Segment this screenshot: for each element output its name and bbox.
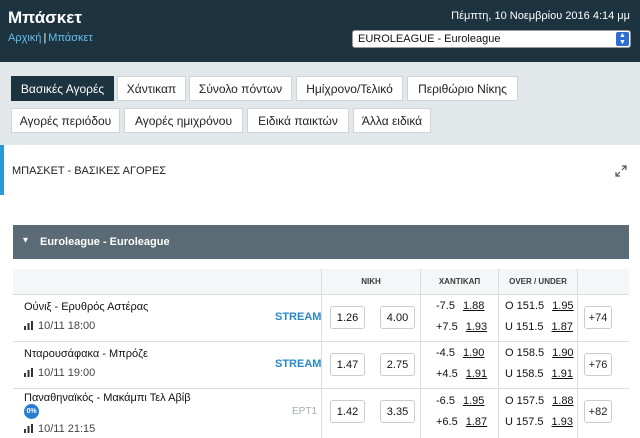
tv-channel-label: ΕΡΤ1: [292, 406, 318, 417]
handicap-value: -4.5: [436, 347, 455, 359]
stream-link[interactable]: STREAM: [275, 311, 321, 323]
breadcrumb: Αρχική | Μπάσκετ: [8, 32, 93, 44]
handicap-value: +7.5: [436, 321, 458, 333]
row-divider: [13, 341, 629, 342]
over-under-line: O 157.5 1.88: [505, 395, 574, 407]
handicap-odds[interactable]: 1.93: [466, 321, 487, 333]
current-date: Πέμπτη, 10 Νοεμβρίου 2016 4:14 μμ: [451, 10, 630, 22]
select-arrows-icon: ▲ ▼: [616, 32, 629, 46]
match-datetime-text: 10/11 21:15: [38, 423, 96, 435]
stats-icon: [24, 424, 33, 433]
handicap-odds[interactable]: 1.87: [466, 416, 487, 428]
more-markets-button[interactable]: +82: [584, 400, 612, 423]
stream-link[interactable]: STREAM: [275, 358, 321, 370]
league-select[interactable]: EUROLEAGUE - Euroleague ▲ ▼: [352, 30, 631, 48]
more-markets-button[interactable]: +76: [584, 353, 612, 376]
handicap-value: -7.5: [436, 300, 455, 312]
over-under-odds[interactable]: 1.93: [552, 416, 573, 428]
league-bar[interactable]: ▾ Euroleague - Euroleague: [13, 225, 629, 259]
tab-player-specials[interactable]: Ειδικά παικτών: [247, 108, 349, 133]
handicap-line: -4.5 1.90: [436, 347, 484, 359]
over-under-line: U 158.5 1.91: [505, 368, 573, 380]
expand-arrows-icon[interactable]: [615, 165, 627, 177]
over-under-value: O 157.5: [505, 395, 545, 407]
odds-home[interactable]: 1.47: [330, 353, 365, 376]
over-under-value: O 158.5: [505, 347, 545, 359]
handicap-line: +4.5 1.91: [436, 368, 487, 380]
page-title: Μπάσκετ: [8, 8, 82, 27]
handicap-line: -7.5 1.88: [436, 300, 484, 312]
match-teams[interactable]: Νταρουσάφακα - Μπρόζε: [24, 348, 148, 360]
breadcrumb-basketball-link[interactable]: Μπάσκετ: [48, 32, 93, 44]
more-markets-button[interactable]: +74: [584, 306, 612, 329]
column-header-more: [578, 269, 629, 294]
match-teams[interactable]: Ούνιξ - Ερυθρός Αστέρας: [24, 301, 148, 313]
column-header-over-under: OVER / UNDER: [499, 269, 577, 294]
odds-away[interactable]: 3.35: [380, 400, 415, 423]
column-header-handicap: ΧΑΝΤΙΚΑΠ: [421, 269, 498, 294]
handicap-line: +6.5 1.87: [436, 416, 487, 428]
handicap-value: +4.5: [436, 368, 458, 380]
handicap-odds[interactable]: 1.90: [463, 347, 484, 359]
match-datetime: 10/11 19:00: [24, 367, 95, 379]
match-datetime: 10/11 18:00: [24, 320, 95, 332]
odds-away[interactable]: 4.00: [380, 306, 415, 329]
over-under-value: U 151.5: [505, 321, 544, 333]
stats-icon: [24, 368, 33, 377]
section-accent-bar: [0, 145, 4, 195]
row-divider: [13, 388, 629, 389]
handicap-odds[interactable]: 1.91: [466, 368, 487, 380]
section-title: ΜΠΑΣΚΕΤ - ΒΑΣΙΚΕΣ ΑΓΟΡΕΣ: [12, 165, 167, 177]
handicap-value: -6.5: [436, 395, 455, 407]
market-tabs: Βασικές Αγορές Χάντικαπ Σύνολο πόντων Ημ…: [0, 62, 640, 145]
section-header: ΜΠΑΣΚΕΤ - ΒΑΣΙΚΕΣ ΑΓΟΡΕΣ: [0, 145, 640, 195]
row-divider: [13, 294, 629, 295]
column-header-win: ΝΙΚΗ: [322, 269, 420, 294]
handicap-odds[interactable]: 1.88: [463, 300, 484, 312]
handicap-line: -6.5 1.95: [436, 395, 484, 407]
handicap-odds[interactable]: 1.95: [463, 395, 484, 407]
tab-other-specials[interactable]: Άλλα ειδικά: [353, 108, 431, 133]
tab-period-markets[interactable]: Αγορές περιόδου: [11, 108, 120, 133]
match-datetime-text: 10/11 18:00: [38, 320, 96, 332]
tab-halftime-fulltime[interactable]: Ημίχρονο/Τελικό: [296, 76, 403, 101]
column-header-blank: [13, 269, 321, 294]
tab-main-markets[interactable]: Βασικές Αγορές: [11, 76, 114, 101]
tab-total-points[interactable]: Σύνολο πόντων: [189, 76, 292, 101]
breadcrumb-separator: |: [43, 32, 47, 44]
over-under-value: U 158.5: [505, 368, 544, 380]
league-select-value: EUROLEAGUE - Euroleague: [358, 33, 501, 45]
breadcrumb-home-link[interactable]: Αρχική: [8, 32, 41, 44]
over-under-value: U 157.5: [505, 416, 544, 428]
over-under-line: U 151.5 1.87: [505, 321, 573, 333]
over-under-value: O 151.5: [505, 300, 545, 312]
match-teams[interactable]: Παναθηναϊκός - Μακάμπι Τελ Αβίβ: [24, 392, 191, 404]
match-datetime-text: 10/11 19:00: [38, 367, 96, 379]
odds-away[interactable]: 2.75: [380, 353, 415, 376]
page-header: Μπάσκετ Αρχική | Μπάσκετ Πέμπτη, 10 Νοεμβρ…: [0, 0, 640, 62]
over-under-line: O 151.5 1.95: [505, 300, 574, 312]
chevron-down-icon: ▾: [23, 235, 29, 246]
over-under-odds[interactable]: 1.88: [552, 395, 573, 407]
tab-winning-margin[interactable]: Περιθώριο Νίκης: [407, 76, 518, 101]
over-under-line: U 157.5 1.93: [505, 416, 573, 428]
stats-icon: [24, 321, 33, 330]
tab-handicap[interactable]: Χάντικαπ: [117, 76, 186, 101]
over-under-odds[interactable]: 1.90: [552, 347, 573, 359]
over-under-line: O 158.5 1.90: [505, 347, 574, 359]
match-datetime: 10/11 21:15: [24, 423, 95, 435]
over-under-odds[interactable]: 1.95: [552, 300, 573, 312]
over-under-odds[interactable]: 1.87: [552, 321, 573, 333]
over-under-odds[interactable]: 1.91: [552, 368, 573, 380]
handicap-value: +6.5: [436, 416, 458, 428]
odds-home[interactable]: 1.42: [330, 400, 365, 423]
odds-home[interactable]: 1.26: [330, 306, 365, 329]
live-badge: 0%: [24, 404, 39, 419]
league-name: Euroleague - Euroleague: [40, 236, 170, 248]
handicap-line: +7.5 1.93: [436, 321, 487, 333]
tab-half-markets[interactable]: Αγορές ημιχρόνου: [124, 108, 243, 133]
